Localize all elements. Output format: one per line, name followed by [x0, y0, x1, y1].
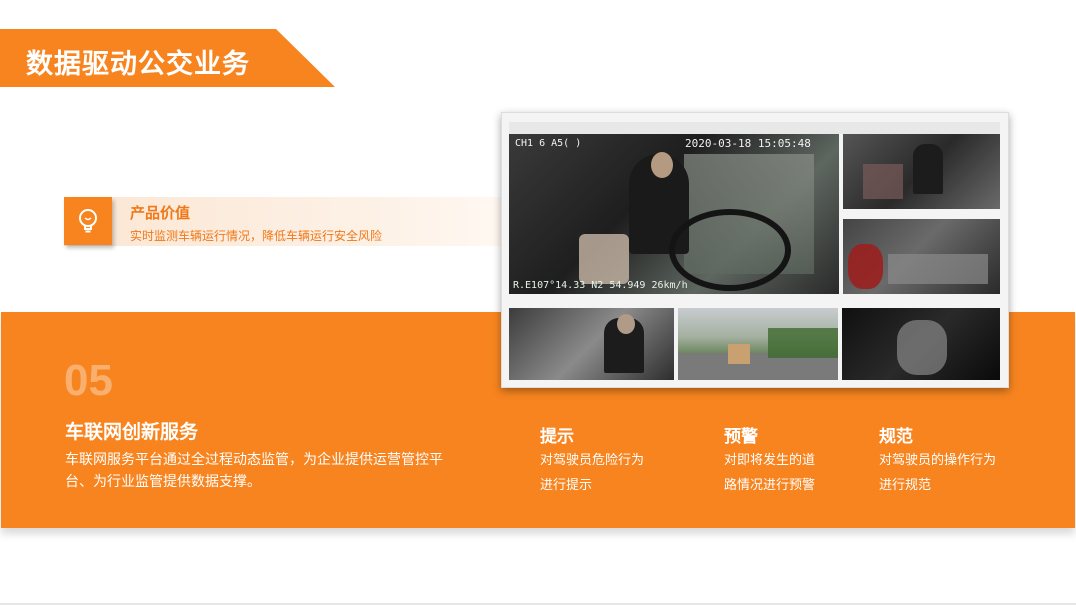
gps-caption: R.E107°14.33 N2 54.949 26km/h	[513, 280, 688, 291]
camera-tile-road	[678, 308, 838, 380]
feature-desc-prompt: 对驾驶员危险行为 进行提示	[540, 448, 644, 498]
lightbulb-icon	[79, 209, 97, 233]
feature-title-warning: 预警	[724, 427, 758, 447]
monitor-toolbar	[509, 122, 1000, 134]
feature-line: 进行提示	[540, 478, 593, 493]
camera-tile-driver-side	[509, 308, 674, 380]
section-number: 05	[64, 356, 113, 405]
feature-desc-standard: 对驾驶员的操作行为 进行规范	[879, 448, 996, 498]
camera-tile-night	[842, 308, 1000, 380]
channel-label: CH1 6 A5( )	[515, 138, 582, 149]
product-value-description: 实时监测车辆运行情况，降低车辆运行安全风险	[130, 229, 383, 243]
feature-line: 对即将发生的道	[724, 453, 816, 468]
camera-tile-cabin-1	[843, 134, 1000, 209]
feature-line: 对驾驶员的操作行为	[879, 453, 997, 468]
feature-desc-warning: 对即将发生的道 路情况进行预警	[724, 448, 815, 498]
service-title: 车联网创新服务	[65, 421, 199, 443]
product-value-heading: 产品价值	[130, 204, 191, 222]
feature-line: 对驾驶员危险行为	[540, 453, 645, 468]
page-title: 数据驱动公交业务	[26, 49, 250, 80]
feature-line: 进行规范	[879, 478, 932, 493]
timestamp-overlay: 2020-03-18 15:05:48	[685, 137, 811, 150]
feature-title-prompt: 提示	[540, 427, 574, 447]
camera-tile-driver: CH1 6 A5( ) 2020-03-18 15:05:48 R.E107°1…	[509, 134, 839, 294]
camera-tile-cabin-2	[843, 219, 1000, 294]
feature-title-standard: 规范	[879, 427, 913, 447]
feature-line: 路情况进行预警	[724, 478, 816, 493]
service-description: 车联网服务平台通过全过程动态监管，为企业提供运营管控平台、为行业监管提供数据支撑…	[65, 452, 443, 490]
lightbulb-icon-box	[64, 197, 112, 245]
